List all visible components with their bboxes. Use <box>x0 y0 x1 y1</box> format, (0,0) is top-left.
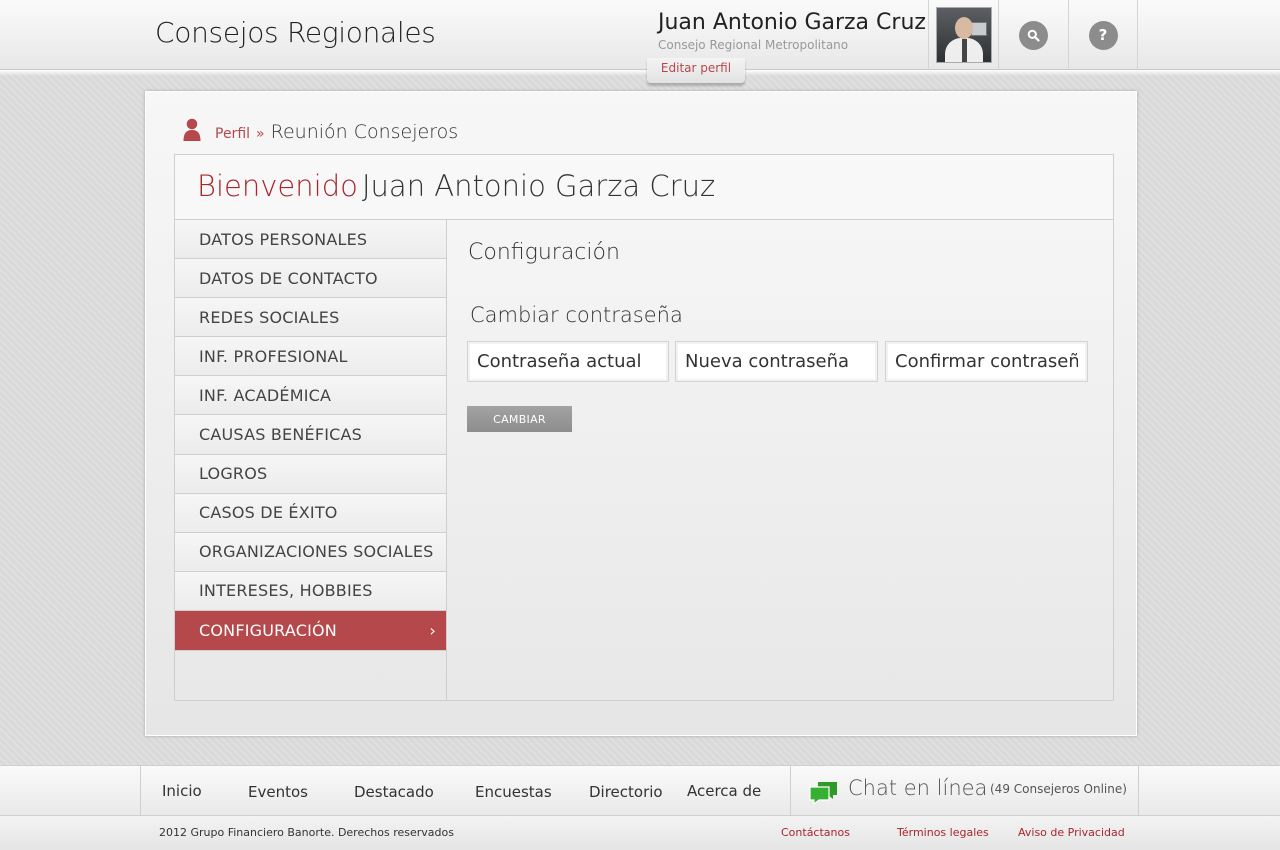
nav-directorio[interactable]: Directorio <box>589 783 663 801</box>
sidebar-item-inf-profesional[interactable]: INF. PROFESIONAL <box>175 337 446 377</box>
avatar-head <box>954 17 973 39</box>
sidebar-item-casos-exito[interactable]: CASOS DE ÉXITO <box>175 493 446 533</box>
welcome-bar: Bienvenido Juan Antonio Garza Cruz <box>175 155 1113 220</box>
nav-encuestas[interactable]: Encuestas <box>475 783 552 801</box>
user-council: Consejo Regional Metropolitano <box>658 38 849 52</box>
sidebar-item-label: INF. ACADÉMICA <box>199 385 332 405</box>
avatar[interactable] <box>935 7 992 63</box>
sidebar-item-datos-personales[interactable]: DATOS PERSONALES <box>175 220 446 260</box>
sidebar-item-organizaciones-sociales[interactable]: ORGANIZACIONES SOCIALES <box>175 532 446 572</box>
new-password-input[interactable] <box>675 341 878 382</box>
sidebar-item-label: REDES SOCIALES <box>199 307 340 327</box>
user-name: Juan Antonio Garza Cruz <box>658 10 926 35</box>
sidebar-item-label: CAUSAS BENÉFICAS <box>199 425 363 445</box>
breadcrumb: Perfil » Reunión Consejeros <box>183 114 458 143</box>
breadcrumb-current: Reunión Consejeros <box>270 121 459 143</box>
nav-destacado[interactable]: Destacado <box>354 783 434 801</box>
profile-sidebar: DATOS PERSONALES DATOS DE CONTACTO REDES… <box>175 220 447 700</box>
edit-profile-tab[interactable]: Editar perfil <box>647 58 745 83</box>
help-icon: ? <box>1098 26 1108 44</box>
change-password-button[interactable]: CAMBIAR <box>467 406 572 432</box>
footer-link-privacy[interactable]: Aviso de Privacidad <box>1018 826 1125 839</box>
sidebar-item-label: INTERESES, HOBBIES <box>199 581 373 601</box>
chevron-right-icon: › <box>429 620 436 640</box>
sidebar-item-label: CASOS DE ÉXITO <box>199 503 338 523</box>
avatar-background-window <box>970 22 987 36</box>
footer-divider <box>140 766 141 816</box>
sidebar-item-label: ORGANIZACIONES SOCIALES <box>199 542 434 562</box>
help-cell[interactable]: ? <box>1068 0 1138 70</box>
sidebar-item-label: DATOS PERSONALES <box>199 229 368 249</box>
nav-acerca-de[interactable]: Acerca de <box>687 782 761 800</box>
search-button[interactable] <box>1019 20 1048 50</box>
chat-online-link[interactable]: Chat en línea <box>848 776 987 800</box>
footer-link-terms[interactable]: Términos legales <box>897 826 989 839</box>
profile-content-box: Bienvenido Juan Antonio Garza Cruz DATOS… <box>174 154 1114 701</box>
sidebar-item-label: INF. PROFESIONAL <box>199 346 348 366</box>
footer-link-contact[interactable]: Contáctanos <box>781 826 850 839</box>
confirm-password-input[interactable] <box>885 341 1088 382</box>
sidebar-item-configuracion[interactable]: CONFIGURACIÓN › <box>175 610 446 651</box>
avatar-tie <box>961 39 967 62</box>
settings-area: Configuración Cambiar contraseña CAMBIAR <box>448 220 1113 700</box>
sidebar-item-intereses-hobbies[interactable]: INTERESES, HOBBIES <box>175 571 446 611</box>
footer-divider <box>1138 766 1139 816</box>
sidebar-item-datos-contacto[interactable]: DATOS DE CONTACTO <box>175 259 446 299</box>
header-shadow <box>0 70 1280 76</box>
help-button[interactable]: ? <box>1088 20 1118 50</box>
welcome-user-name: Juan Antonio Garza Cruz <box>362 169 716 203</box>
nav-inicio[interactable]: Inicio <box>162 782 202 800</box>
copyright: 2012 Grupo Financiero Banorte. Derechos … <box>159 826 454 839</box>
current-password-input[interactable] <box>467 341 669 382</box>
person-icon <box>183 118 201 141</box>
site-title[interactable]: Consejos Regionales <box>155 16 436 49</box>
sidebar-item-label: CONFIGURACIÓN <box>199 620 337 640</box>
nav-eventos[interactable]: Eventos <box>248 783 308 801</box>
breadcrumb-profile-link[interactable]: Perfil <box>215 126 250 142</box>
search-cell[interactable] <box>998 0 1068 70</box>
sidebar-item-label: LOGROS <box>199 464 268 484</box>
change-password-title: Cambiar contraseña <box>470 303 683 327</box>
top-header: Consejos Regionales Juan Antonio Garza C… <box>0 0 1280 70</box>
breadcrumb-separator: » <box>256 126 265 142</box>
sidebar-item-logros[interactable]: LOGROS <box>175 454 446 494</box>
chat-icon[interactable] <box>809 778 839 806</box>
welcome-label: Bienvenido <box>197 169 358 203</box>
section-title: Configuración <box>468 240 620 265</box>
online-count: (49 Consejeros Online) <box>990 782 1127 796</box>
search-icon <box>1027 29 1040 42</box>
footer-divider <box>790 766 791 816</box>
sidebar-item-inf-academica[interactable]: INF. ACADÉMICA <box>175 376 446 416</box>
sidebar-item-redes-sociales[interactable]: REDES SOCIALES <box>175 298 446 338</box>
sidebar-item-label: DATOS DE CONTACTO <box>199 268 378 288</box>
sidebar-item-causas-beneficas[interactable]: CAUSAS BENÉFICAS <box>175 415 446 455</box>
avatar-cell[interactable] <box>928 0 998 70</box>
